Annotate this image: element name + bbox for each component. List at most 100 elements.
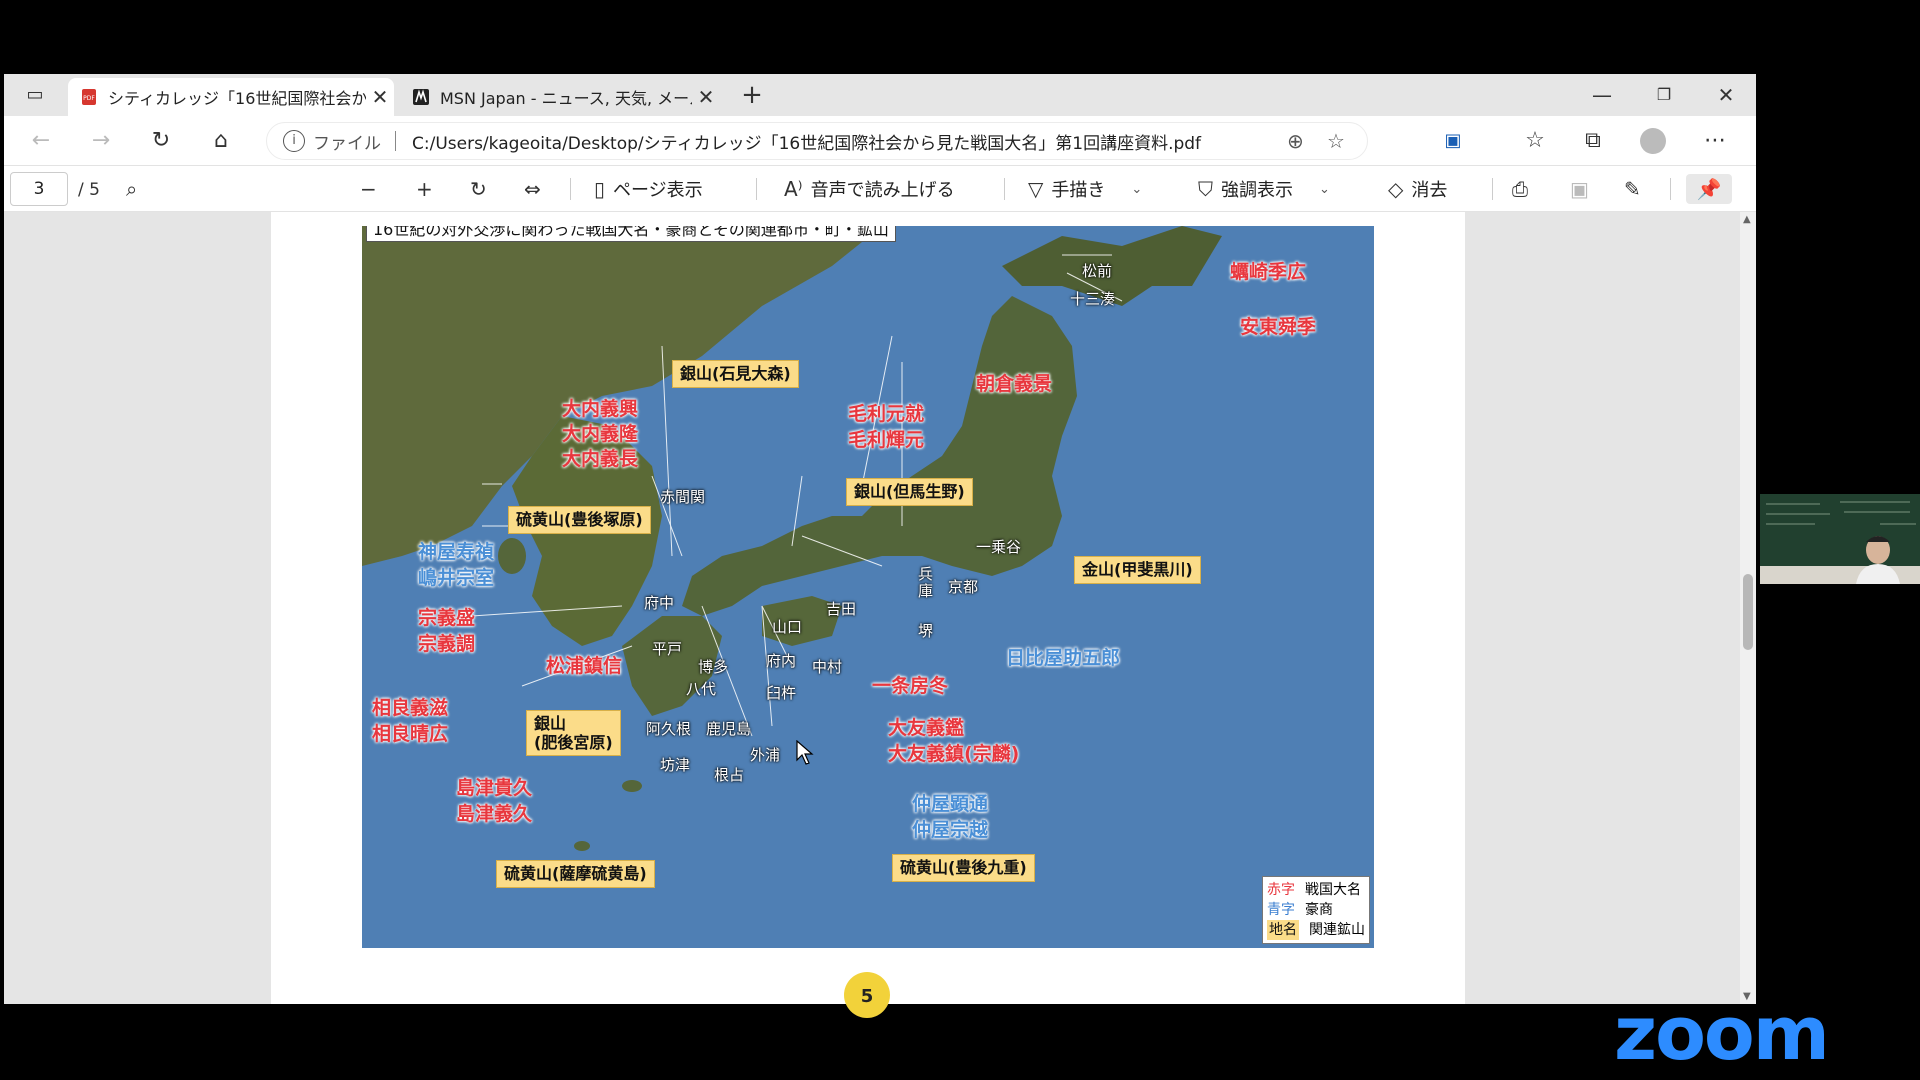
- city-hirado: 平戸: [652, 640, 683, 658]
- info-icon[interactable]: i: [283, 130, 305, 152]
- label-hibiya: 日比屋助五郎: [1006, 647, 1121, 669]
- mine-iwami: 銀山(石見大森): [672, 360, 799, 389]
- label-otomo-yoshiaki: 大友義鑑: [888, 717, 965, 739]
- tab-bar: ▭ PDF シティカレッジ「16世紀国際社会から ✕ MSN Japan - ニ…: [4, 74, 1756, 116]
- chevron-down-icon[interactable]: ⌄: [1319, 182, 1330, 197]
- read-aloud-label: 音声で読み上げる: [810, 180, 955, 201]
- page-view-button[interactable]: ▯ ページ表示: [594, 174, 703, 204]
- favorite-add-icon[interactable]: ☆: [1327, 129, 1367, 153]
- city-yamaguchi: 山口: [772, 618, 803, 636]
- search-icon[interactable]: ⌕: [126, 174, 137, 204]
- presenter-video: [1760, 494, 1920, 584]
- restore-icon[interactable]: ❐: [1642, 80, 1686, 110]
- favorites-icon[interactable]: ☆: [1518, 124, 1552, 158]
- city-sotoura: 外浦: [750, 746, 781, 764]
- label-so-yoshimori: 宗義盛: [418, 607, 476, 629]
- label-shimai: 嶋井宗室: [418, 567, 495, 589]
- tab-pdf[interactable]: PDF シティカレッジ「16世紀国際社会から ✕: [68, 78, 394, 116]
- rotate-icon[interactable]: ↻: [470, 174, 487, 204]
- home-icon[interactable]: ⌂: [204, 124, 238, 158]
- city-hyogo: 兵 庫: [918, 565, 934, 600]
- pdf-icon: PDF: [82, 89, 96, 105]
- mouse-cursor-icon: [796, 740, 814, 765]
- zoom-icon[interactable]: ⊕: [1287, 129, 1327, 153]
- city-akune: 阿久根: [646, 720, 692, 738]
- highlight-button[interactable]: ⛉ 強調表示 ⌄: [1198, 174, 1330, 204]
- print-icon[interactable]: ⎙: [1512, 174, 1528, 204]
- refresh-icon[interactable]: ↻: [144, 124, 178, 158]
- settings-more-icon[interactable]: ⋯: [1698, 124, 1732, 158]
- city-tosaminato: 十三湊: [1070, 290, 1116, 308]
- translate-icon[interactable]: ▣: [1436, 124, 1470, 158]
- chevron-down-icon[interactable]: ⌄: [1131, 182, 1142, 197]
- tab-title: MSN Japan - ニュース, 天気, メール: [440, 89, 692, 108]
- pdf-toolbar: 3 / 5 ⌕ − + ↻ ⇔ ▯ ページ表示 A⁾ 音声で読み上げる ▽ 手描き ⌄ …: [4, 166, 1756, 212]
- divider: [1670, 178, 1671, 200]
- address-bar[interactable]: i ファイル C:/Users/kageoita/Desktop/シティカレッジ…: [266, 122, 1368, 160]
- scrollbar-thumb[interactable]: [1743, 574, 1753, 650]
- label-kamiya: 神屋寿禎: [418, 541, 495, 563]
- city-nakamura: 中村: [812, 658, 843, 676]
- divider: [395, 131, 396, 151]
- city-kyoto: 京都: [948, 578, 979, 596]
- tab-actions-icon[interactable]: ▭: [18, 78, 52, 112]
- label-asakura: 朝倉義景: [976, 373, 1053, 395]
- city-hakata: 博多: [698, 658, 729, 676]
- mine-kai: 金山(甲斐黒川): [1074, 556, 1201, 585]
- file-label: ファイル: [313, 133, 381, 154]
- profile-avatar[interactable]: [1636, 124, 1670, 158]
- zoom-in-icon[interactable]: +: [416, 174, 433, 204]
- label-ichijo: 一条房冬: [872, 675, 949, 697]
- page-number-input[interactable]: 3: [10, 172, 68, 206]
- label-shimazu-yoshihisa: 島津義久: [456, 803, 533, 825]
- city-funai: 府内: [766, 652, 797, 670]
- collections-icon[interactable]: ⧉: [1576, 124, 1610, 158]
- erase-button[interactable]: ◇ 消去: [1388, 174, 1447, 204]
- minimize-icon[interactable]: —: [1580, 80, 1624, 110]
- address-toolbar: ← → ↻ ⌂ i ファイル C:/Users/kageoita/Desktop…: [4, 116, 1756, 166]
- zoom-out-icon[interactable]: −: [360, 174, 377, 204]
- forward-icon[interactable]: →: [84, 124, 118, 158]
- new-tab-icon[interactable]: +: [730, 80, 774, 110]
- svg-text:PDF: PDF: [83, 95, 95, 102]
- tab-msn[interactable]: MSN Japan - ニュース, 天気, メール ✕: [400, 78, 720, 116]
- mine-bungo-kuju: 硫黄山(豊後九重): [892, 854, 1035, 883]
- divider: [570, 178, 571, 200]
- fit-page-icon[interactable]: ⇔: [524, 174, 541, 204]
- label-mori-motonari: 毛利元就: [848, 403, 925, 425]
- mine-tajima: 銀山(但馬生野): [846, 478, 973, 507]
- draw-button[interactable]: ▽ 手描き ⌄: [1028, 174, 1142, 204]
- map-image: [362, 226, 1374, 948]
- save-as-icon[interactable]: ✎: [1624, 174, 1641, 204]
- highlight-label: 強調表示: [1221, 180, 1293, 201]
- city-akamagaseki: 赤間関: [660, 488, 706, 506]
- page-total: / 5: [78, 180, 100, 200]
- legend-row: 赤字 戦国大名: [1267, 882, 1361, 898]
- city-sakai: 堺: [918, 622, 934, 640]
- page-number-badge: 5: [844, 972, 890, 1018]
- close-tab-icon[interactable]: ✕: [366, 85, 394, 109]
- label-otomo-sorin: 大友義鎮(宗麟): [888, 743, 1020, 765]
- page-view-icon: ▯: [594, 177, 606, 201]
- close-tab-icon[interactable]: ✕: [692, 85, 720, 109]
- label-kakizaki: 蠣崎季広: [1230, 261, 1307, 283]
- save-icon[interactable]: ▣: [1570, 174, 1589, 204]
- map-legend: 赤字 戦国大名 青字 豪商 地名 関連鉱山: [1262, 876, 1370, 944]
- city-fuchu-tsushima: 府中: [644, 594, 675, 612]
- read-aloud-button[interactable]: A⁾ 音声で読み上げる: [784, 174, 955, 204]
- label-nakaya-soetsu: 仲屋宗越: [912, 819, 989, 841]
- legend-row: 地名 関連鉱山: [1267, 920, 1365, 940]
- city-matsumae: 松前: [1082, 262, 1113, 280]
- city-yoshida: 吉田: [826, 600, 857, 618]
- vertical-scrollbar[interactable]: ▲ ▼: [1740, 212, 1756, 1004]
- pin-toolbar-icon[interactable]: 📌: [1686, 174, 1732, 204]
- webcam-thumbnail[interactable]: [1760, 494, 1920, 584]
- scroll-up-icon[interactable]: ▲: [1743, 214, 1751, 225]
- mine-higo: 銀山 (肥後宮原): [526, 710, 621, 757]
- url-text[interactable]: C:/Users/kageoita/Desktop/シティカレッジ「16世紀国際…: [412, 129, 1287, 154]
- close-window-icon[interactable]: ✕: [1704, 80, 1748, 110]
- label-ando: 安東舜季: [1240, 316, 1317, 338]
- mine-bungo-tsukahara: 硫黄山(豊後塚原): [508, 506, 651, 535]
- back-icon[interactable]: ←: [24, 124, 58, 158]
- map-figure: 16世紀の対外交渉に関わった戦国大名・豪商とその関連都市・町・鉱山 蠣崎季広 安…: [362, 226, 1374, 948]
